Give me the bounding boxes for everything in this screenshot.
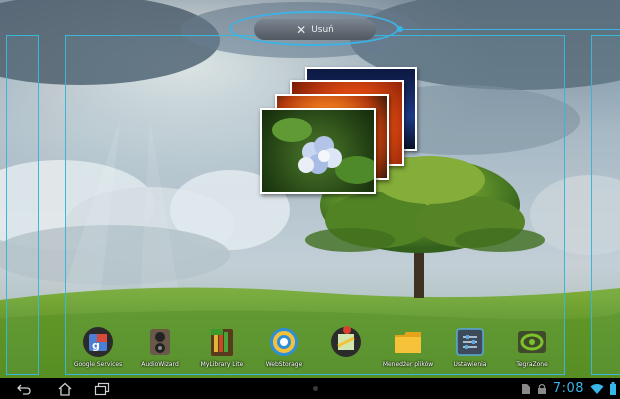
app-file-manager[interactable]: Menedżer plików xyxy=(375,326,441,374)
photo-hydrangea xyxy=(260,108,376,194)
app-label: Google Services xyxy=(73,361,123,368)
app-label: WebStorage xyxy=(265,361,303,368)
app-maps[interactable] xyxy=(313,326,379,374)
home-button[interactable] xyxy=(55,380,75,397)
app-label: Ustawienia xyxy=(453,361,487,368)
audiowizard-icon xyxy=(144,326,176,358)
lock-icon xyxy=(537,383,546,394)
status-area[interactable]: 7:08 xyxy=(521,380,616,397)
back-icon xyxy=(17,384,31,395)
recent-apps-icon xyxy=(94,382,110,395)
callout-highlight xyxy=(229,11,399,46)
document-icon xyxy=(521,383,530,394)
back-button[interactable] xyxy=(14,380,34,397)
app-webstorage[interactable]: WebStorage xyxy=(251,326,317,374)
home-icon xyxy=(58,382,72,396)
app-audiowizard[interactable]: AudioWizard xyxy=(127,326,193,374)
page-indicator-dot xyxy=(313,386,318,391)
google-services-icon: g xyxy=(82,326,114,358)
battery-icon xyxy=(610,382,616,395)
recent-apps-button[interactable] xyxy=(92,380,112,397)
clock: 7:08 xyxy=(552,381,584,396)
home-screen-edit-mode: ✕ Usuń g Google Services AudioWizard MyL… xyxy=(0,0,620,399)
app-dock: g Google Services AudioWizard MyLibrary … xyxy=(0,322,620,374)
svg-text:g: g xyxy=(92,339,100,352)
app-google-services[interactable]: g Google Services xyxy=(65,326,131,374)
hydrangea-image xyxy=(272,118,374,184)
wifi-icon xyxy=(590,383,604,394)
callout-line xyxy=(400,29,620,30)
mylibrary-icon xyxy=(206,326,238,358)
system-navigation-bar: 7:08 xyxy=(0,378,620,399)
app-label: MyLibrary Lite xyxy=(200,361,244,368)
file-manager-icon xyxy=(392,326,424,358)
app-label: Menedżer plików xyxy=(382,361,434,368)
app-tegrazone[interactable]: TegraZone xyxy=(499,326,565,374)
app-label: AudioWizard xyxy=(141,361,179,368)
tegrazone-icon xyxy=(516,326,548,358)
webstorage-icon xyxy=(268,326,300,358)
app-label: TegraZone xyxy=(516,361,548,368)
app-mylibrary[interactable]: MyLibrary Lite xyxy=(189,326,255,374)
maps-icon xyxy=(330,326,362,358)
app-settings[interactable]: Ustawienia xyxy=(437,326,503,374)
settings-icon xyxy=(454,326,486,358)
